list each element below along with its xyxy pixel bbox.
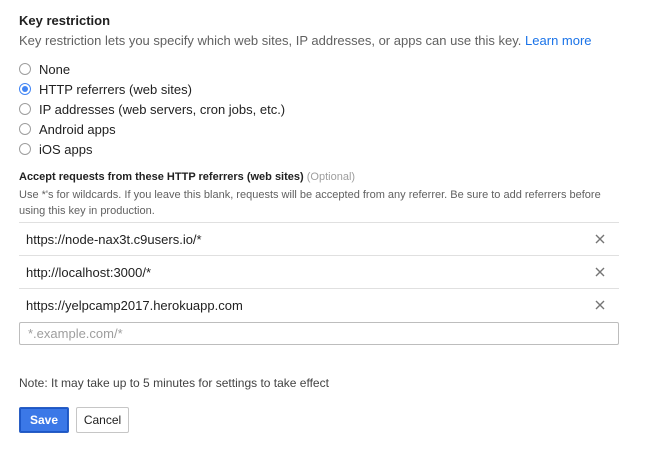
referrer-value: https://node-nax3t.c9users.io/* <box>26 231 202 247</box>
radio-button[interactable] <box>19 63 31 75</box>
close-icon[interactable] <box>590 295 610 315</box>
radio-option-none[interactable]: None <box>19 59 285 79</box>
radio-button[interactable] <box>19 83 31 95</box>
referrer-row: http://localhost:3000/* <box>19 255 619 288</box>
radio-button[interactable] <box>19 103 31 115</box>
optional-label: (Optional) <box>306 171 356 183</box>
radio-option-http-referrers[interactable]: HTTP referrers (web sites) <box>19 79 285 99</box>
referrers-description: Use *'s for wildcards. If you leave this… <box>19 189 601 217</box>
referrer-value: https://yelpcamp2017.herokuapp.com <box>26 297 243 313</box>
radio-label: iOS apps <box>39 141 93 157</box>
key-restriction-description: Key restriction lets you specify which w… <box>19 33 592 48</box>
radio-option-android-apps[interactable]: Android apps <box>19 119 285 139</box>
save-button[interactable]: Save <box>19 407 69 433</box>
close-icon[interactable] <box>590 262 610 282</box>
radio-label: None <box>39 61 71 77</box>
key-restriction-title: Key restriction <box>19 13 111 28</box>
radio-button[interactable] <box>19 123 31 135</box>
referrer-value: http://localhost:3000/* <box>26 264 152 280</box>
referrer-row: https://node-nax3t.c9users.io/* <box>19 222 619 255</box>
referrer-row: https://yelpcamp2017.herokuapp.com <box>19 288 619 321</box>
radio-option-ios-apps[interactable]: iOS apps <box>19 139 285 159</box>
radio-label: HTTP referrers (web sites) <box>39 81 192 97</box>
referrer-input[interactable] <box>19 322 619 345</box>
close-icon[interactable] <box>590 229 610 249</box>
radio-option-ip-addresses[interactable]: IP addresses (web servers, cron jobs, et… <box>19 99 285 119</box>
referrers-title-text: Accept requests from these HTTP referrer… <box>19 171 304 183</box>
radio-button[interactable] <box>19 143 31 155</box>
referrers-title: Accept requests from these HTTP referrer… <box>19 171 355 183</box>
learn-more-link[interactable]: Learn more <box>525 33 591 48</box>
radio-label: Android apps <box>39 121 116 137</box>
settings-note: Note: It may take up to 5 minutes for se… <box>19 376 329 390</box>
radio-label: IP addresses (web servers, cron jobs, et… <box>39 101 286 117</box>
referrer-list: https://node-nax3t.c9users.io/* http://l… <box>19 222 619 321</box>
cancel-button[interactable]: Cancel <box>76 407 129 433</box>
key-restriction-radio-group: None HTTP referrers (web sites) IP addre… <box>19 59 285 159</box>
key-restriction-description-text: Key restriction lets you specify which w… <box>19 33 522 48</box>
